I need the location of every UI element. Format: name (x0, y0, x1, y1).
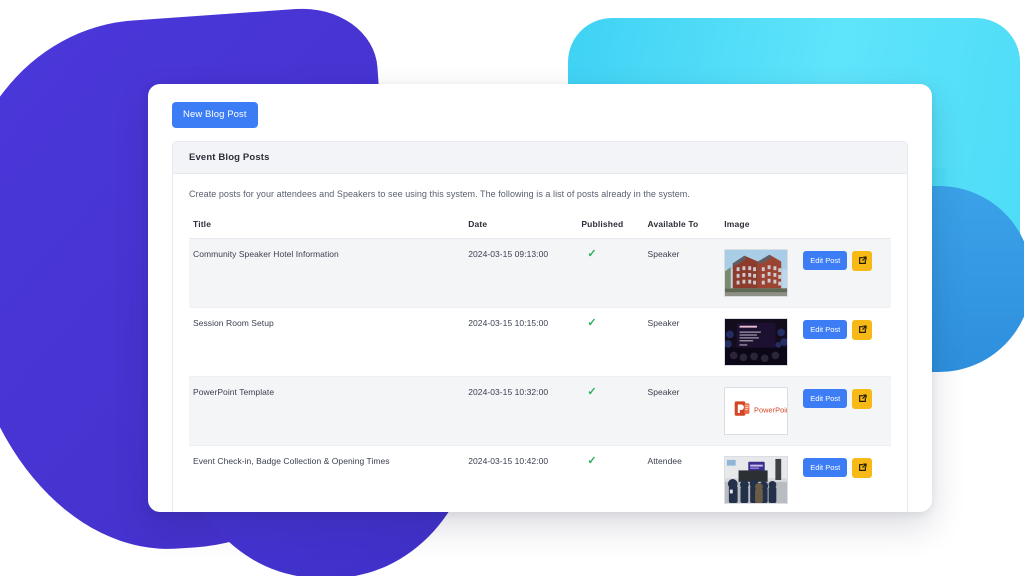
column-header-published[interactable]: Published (577, 212, 644, 239)
cell-published: ✓ (577, 238, 644, 308)
external-link-icon (857, 462, 868, 473)
edit-post-button[interactable]: Edit Post (803, 250, 848, 271)
check-in-crowd-photo (724, 455, 789, 504)
blog-posts-card: Event Blog Posts Create posts for your a… (172, 140, 908, 512)
cell-date: 2024-03-15 10:15:00 (464, 307, 578, 377)
table-header-row: Title Date Published Available To Image (189, 212, 891, 239)
cell-published: ✓ (577, 307, 644, 377)
cell-title: PowerPoint Template (189, 376, 465, 446)
column-header-available-to[interactable]: Available To (643, 212, 721, 239)
row-actions: Edit Post (803, 456, 887, 478)
row-actions: Edit Post (803, 387, 887, 409)
external-link-icon-button[interactable] (852, 319, 873, 340)
column-header-image[interactable]: Image (720, 212, 800, 239)
card-body: Create posts for your attendees and Spea… (173, 174, 907, 512)
external-link-icon-button[interactable] (852, 388, 873, 409)
new-blog-post-button[interactable]: New Blog Post (172, 102, 258, 128)
column-header-actions (799, 212, 891, 239)
edit-post-button[interactable]: Edit Post (803, 457, 848, 478)
table-row: Event Check-in, Badge Collection & Openi… (189, 445, 891, 512)
external-link-icon-button[interactable] (852, 457, 873, 478)
cell-actions: Edit Post (799, 307, 891, 377)
hotel-building-photo (724, 248, 789, 297)
cell-published: ✓ (577, 376, 644, 446)
cell-image (720, 376, 800, 446)
conference-stage-photo (724, 317, 789, 366)
published-check-icon: ✓ (587, 454, 597, 467)
row-actions: Edit Post (803, 318, 887, 340)
cell-image (720, 307, 800, 377)
cell-available-to: Speaker (643, 376, 721, 446)
cell-published: ✓ (577, 445, 644, 512)
screenshot-stage: New Blog Post Event Blog Posts Create po… (0, 0, 1024, 576)
published-check-icon: ✓ (587, 385, 597, 398)
published-check-icon: ✓ (587, 316, 597, 329)
column-header-date[interactable]: Date (464, 212, 578, 239)
row-actions: Edit Post (803, 249, 887, 271)
cell-date: 2024-03-15 09:13:00 (464, 238, 578, 308)
card-description: Create posts for your attendees and Spea… (189, 188, 690, 199)
external-link-icon (857, 255, 868, 266)
column-header-title[interactable]: Title (189, 212, 465, 239)
table-row: Session Room Setup 2024-03-15 10:15:00 ✓ Sp… (189, 307, 891, 377)
table-body: Community Speaker Hotel Information 2024-… (189, 238, 891, 512)
cell-title: Event Check-in, Badge Collection & Openi… (189, 445, 465, 512)
app-window-content: New Blog Post Event Blog Posts Create po… (148, 84, 932, 512)
cell-available-to: Speaker (643, 307, 721, 377)
blog-posts-table: Title Date Published Available To Image … (189, 212, 891, 512)
card-title: Event Blog Posts (189, 151, 270, 163)
cell-date: 2024-03-15 10:32:00 (464, 376, 578, 446)
cell-actions: Edit Post (799, 238, 891, 308)
table-row: PowerPoint Template 2024-03-15 10:32:00 ✓ S… (189, 376, 891, 446)
edit-post-button[interactable]: Edit Post (803, 388, 848, 409)
table-head: Title Date Published Available To Image (189, 212, 891, 239)
external-link-icon (857, 393, 868, 404)
card-header: Event Blog Posts (173, 141, 907, 174)
cell-image (720, 445, 800, 512)
cell-actions: Edit Post (799, 445, 891, 512)
cell-title: Session Room Setup (189, 307, 465, 377)
cell-date: 2024-03-15 10:42:00 (464, 445, 578, 512)
published-check-icon: ✓ (587, 247, 597, 260)
cell-title: Community Speaker Hotel Information (189, 238, 465, 308)
external-link-icon (857, 324, 868, 335)
external-link-icon-button[interactable] (852, 250, 873, 271)
table-row: Community Speaker Hotel Information 2024-… (189, 238, 891, 308)
edit-post-button[interactable]: Edit Post (803, 319, 848, 340)
cell-available-to: Attendee (643, 445, 721, 512)
cell-available-to: Speaker (643, 238, 721, 308)
powerpoint-logo (724, 386, 789, 435)
cell-image (720, 238, 800, 308)
cell-actions: Edit Post (799, 376, 891, 446)
app-window: New Blog Post Event Blog Posts Create po… (148, 84, 932, 512)
